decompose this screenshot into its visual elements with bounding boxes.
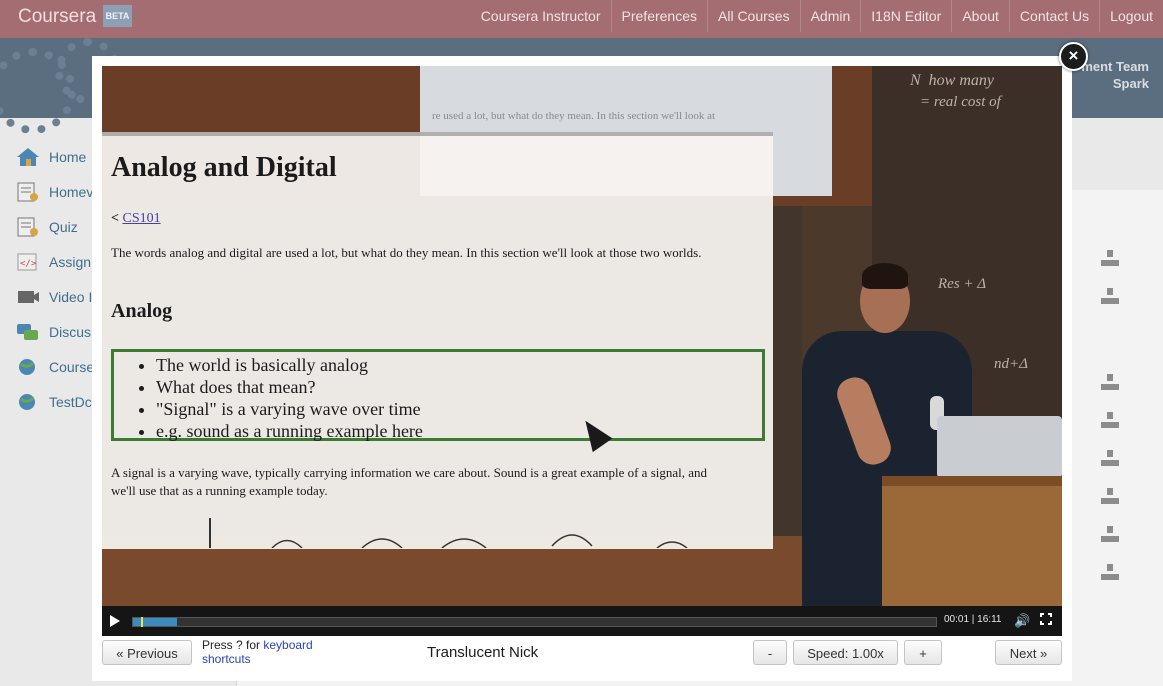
time-display: 00:01 | 16:11 [944,614,1002,625]
chalk-writing: N how many [910,72,994,89]
play-icon[interactable] [110,615,120,627]
speed-decrease-button[interactable]: - [753,640,787,665]
chalk-writing: = real cost of [920,94,1001,110]
keyboard-shortcuts-link[interactable]: shortcuts [202,652,251,666]
close-icon[interactable]: × [1059,42,1088,71]
slide-heading: Analog [111,300,173,322]
projector-screen-text: re used a lot, but what do they mean. In… [432,110,716,122]
lecturer-hair [862,263,908,289]
video-controls: 00:01 | 16:11 🔊 [102,606,1062,636]
slide-back-link: < CS101 [111,211,161,226]
next-button[interactable]: Next » [995,640,1062,665]
wave-sketch [209,518,688,548]
speed-increase-button[interactable]: + [904,640,942,665]
slide-bullet: "Signal" is a varying wave over time [156,398,762,420]
speed-display-button[interactable]: Speed: 1.00x [793,640,898,665]
podium [882,486,1062,606]
chalk-writing: nd+Δ [994,356,1028,372]
slide-bullet: e.g. sound as a running example here [156,420,762,442]
video-title: Translucent Nick [427,644,539,661]
buffered-bar [133,618,177,626]
chalk-writing: Res + Δ [938,276,987,292]
laptop [937,416,1062,478]
slide-intro: The words analog and digital are used a … [111,245,702,260]
slide-bullet: The world is basically analog [156,354,762,376]
slide-paragraph: A signal is a varying wave, typically ca… [111,465,708,498]
video-frame[interactable]: re used a lot, but what do they mean. In… [102,66,1062,606]
slide-bullet: What does that mean? [156,376,762,398]
slide-bullet-box: The world is basically analog What does … [111,349,765,441]
playhead[interactable] [141,617,143,627]
keyboard-shortcuts-link[interactable]: keyboard [263,638,312,652]
previous-button[interactable]: « Previous [102,640,192,665]
slide-top-border [102,132,773,136]
fullscreen-icon[interactable] [1039,612,1053,626]
cs101-link[interactable]: CS101 [122,211,160,226]
volume-icon[interactable]: 🔊 [1014,613,1030,629]
seek-bar[interactable] [132,617,937,627]
video-modal: re used a lot, but what do they mean. In… [92,56,1072,681]
slide-title: Analog and Digital [111,152,337,183]
keyboard-shortcuts-hint: Press ? for keyboard shortcuts [202,638,313,666]
